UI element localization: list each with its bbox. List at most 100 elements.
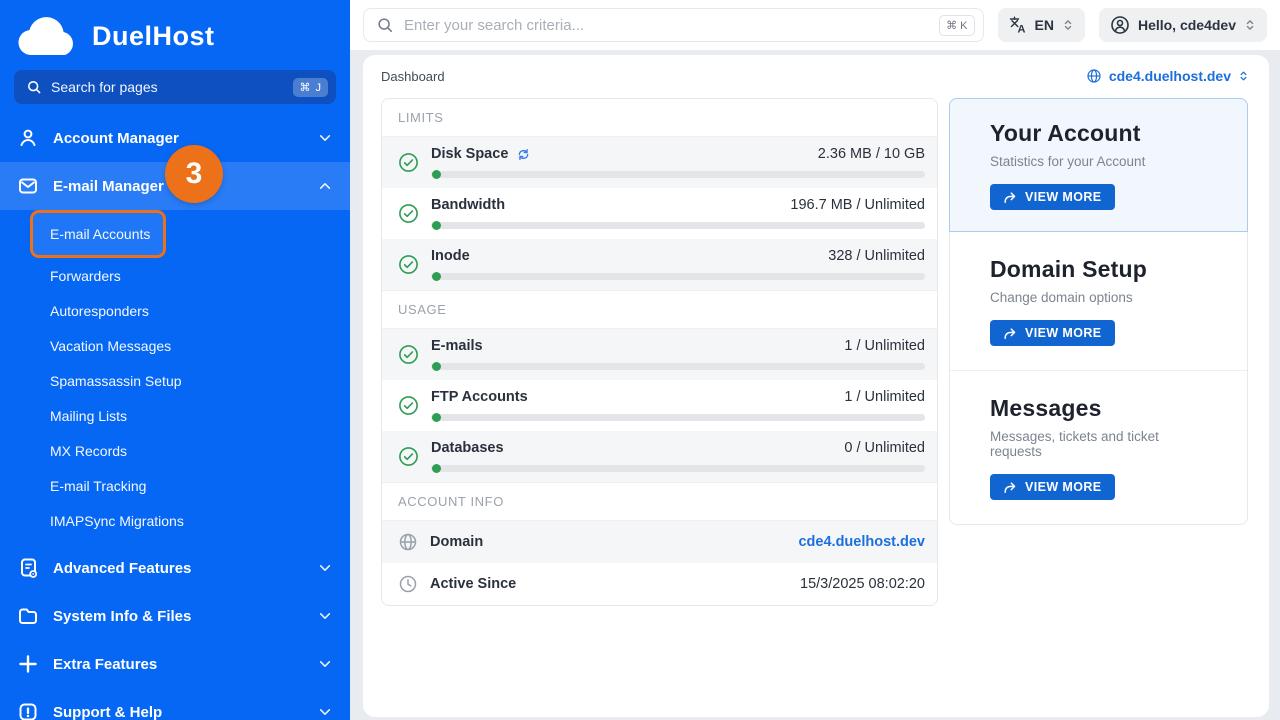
- folder-icon: [17, 605, 39, 627]
- info-value: 15/3/2025 08:02:20: [800, 576, 925, 592]
- sidebar-item-imapsync-migrations[interactable]: IMAPSync Migrations: [0, 503, 350, 538]
- stat-label: E-mails: [431, 338, 483, 354]
- card-title: Domain Setup: [990, 256, 1148, 282]
- translate-icon: A: [1009, 16, 1027, 34]
- domain-selector-label: cde4.duelhost.dev: [1108, 68, 1231, 84]
- view-more-label: VIEW MORE: [1025, 326, 1102, 340]
- progress-bar: [431, 272, 925, 281]
- sidebar-search-placeholder: Search for pages: [51, 79, 158, 95]
- stat-value: 328 / Unlimited: [828, 248, 925, 264]
- global-search[interactable]: ⌘ K: [363, 8, 984, 42]
- limits-header: LIMITS: [382, 99, 937, 137]
- stat-row-emails: E-mails 1 / Unlimited: [382, 329, 937, 380]
- clock-icon: [398, 574, 418, 594]
- stat-row-inode: Inode 328 / Unlimited: [382, 239, 937, 290]
- sidebar-item-spamassassin-setup[interactable]: Spamassassin Setup: [0, 363, 350, 398]
- email-submenu: E-mail Accounts Forwarders Autoresponder…: [0, 210, 350, 538]
- view-more-button[interactable]: VIEW MORE: [990, 184, 1115, 210]
- stat-row-ftp-accounts: FTP Accounts 1 / Unlimited: [382, 380, 937, 431]
- redirect-icon: [1003, 327, 1017, 340]
- view-more-label: VIEW MORE: [1025, 480, 1102, 494]
- stat-label: Disk Space: [431, 146, 509, 162]
- stat-value: 0 / Unlimited: [844, 440, 925, 456]
- view-more-button[interactable]: VIEW MORE: [990, 474, 1115, 500]
- chevron-down-icon: [317, 656, 333, 672]
- sidebar-search-shortcut: ⌘ J: [293, 77, 328, 97]
- language-label: EN: [1034, 17, 1054, 33]
- sidebar-item-label: Extra Features: [53, 655, 158, 673]
- usage-header: USAGE: [382, 290, 937, 329]
- sidebar-item-extra-features[interactable]: Extra Features: [0, 640, 350, 688]
- progress-bar: [431, 413, 925, 422]
- card-domain-setup: Domain Setup Change domain options VIEW …: [950, 232, 1247, 370]
- progress-bar: [431, 362, 925, 371]
- sidebar-item-vacation-messages[interactable]: Vacation Messages: [0, 328, 350, 363]
- logo[interactable]: DuelHost: [0, 0, 350, 62]
- chevron-down-icon: [317, 130, 333, 146]
- card-subtitle: Statistics for your Account: [990, 154, 1146, 169]
- user-circle-icon: [1110, 15, 1130, 35]
- sidebar-item-forwarders[interactable]: Forwarders: [0, 258, 350, 293]
- check-circle-icon: [398, 395, 419, 416]
- account-info-header: ACCOUNT INFO: [382, 482, 937, 521]
- progress-bar: [431, 170, 925, 179]
- domain-link[interactable]: cde4.duelhost.dev: [798, 534, 925, 550]
- sidebar-search[interactable]: Search for pages ⌘ J: [14, 70, 336, 104]
- card-subtitle: Messages, tickets and ticket requests: [990, 429, 1159, 459]
- card-your-account: Your Account Statistics for your Account…: [949, 98, 1248, 232]
- sidebar-item-email-tracking[interactable]: E-mail Tracking: [0, 468, 350, 503]
- sidebar-item-mx-records[interactable]: MX Records: [0, 433, 350, 468]
- sidebar-item-system-info-files[interactable]: System Info & Files: [0, 592, 350, 640]
- main-content: Dashboard cde4.duelhost.dev LIMITS Disk …: [363, 55, 1269, 717]
- stat-label: Inode: [431, 248, 470, 264]
- domain-selector[interactable]: cde4.duelhost.dev: [1086, 68, 1249, 84]
- view-more-button[interactable]: VIEW MORE: [990, 320, 1115, 346]
- sidebar-item-mailing-lists[interactable]: Mailing Lists: [0, 398, 350, 433]
- sidebar-item-support-help[interactable]: Support & Help: [0, 688, 350, 720]
- logo-text: DuelHost: [92, 20, 215, 51]
- check-circle-icon: [398, 152, 419, 173]
- progress-bar: [431, 221, 925, 230]
- chevron-down-icon: [317, 560, 333, 576]
- stat-row-disk-space: Disk Space 2.36 MB / 10 GB: [382, 137, 937, 188]
- chevron-down-icon: [317, 608, 333, 624]
- stat-value: 1 / Unlimited: [844, 389, 925, 405]
- user-greeting: Hello, cde4dev: [1137, 17, 1236, 33]
- stats-card: LIMITS Disk Space 2.36 MB / 10 GB Bandwi…: [381, 98, 938, 606]
- check-circle-icon: [398, 254, 419, 275]
- check-circle-icon: [398, 344, 419, 365]
- refresh-icon[interactable]: [516, 147, 531, 162]
- check-circle-icon: [398, 446, 419, 467]
- stat-value: 196.7 MB / Unlimited: [790, 197, 925, 213]
- sort-chevrons-icon: [1244, 18, 1256, 32]
- doc-gear-icon: [17, 557, 39, 579]
- search-icon: [376, 16, 394, 34]
- redirect-icon: [1003, 191, 1017, 204]
- language-selector[interactable]: A EN: [997, 8, 1085, 42]
- sidebar-item-label: Account Manager: [53, 129, 179, 147]
- sidebar-item-label: System Info & Files: [53, 607, 192, 625]
- search-icon: [26, 79, 42, 95]
- global-search-input[interactable]: [404, 16, 930, 34]
- globe-icon: [1086, 68, 1102, 84]
- sidebar-item-label: Advanced Features: [53, 559, 192, 577]
- plus-icon: [17, 653, 39, 675]
- globe-icon: [398, 532, 418, 552]
- chevron-down-icon: [317, 704, 333, 720]
- stat-label: FTP Accounts: [431, 389, 528, 405]
- user-icon: [17, 127, 39, 149]
- card-title: Messages: [990, 395, 1102, 421]
- sidebar-item-advanced-features[interactable]: Advanced Features: [0, 544, 350, 592]
- annotation-highlight-box[interactable]: E-mail Accounts: [30, 210, 166, 258]
- cloud-icon: [14, 15, 80, 57]
- info-row-active-since: Active Since 15/3/2025 08:02:20: [382, 563, 937, 605]
- stat-label: Databases: [431, 440, 504, 456]
- sidebar-item-autoresponders[interactable]: Autoresponders: [0, 293, 350, 328]
- svg-text:A: A: [1017, 24, 1025, 35]
- global-search-shortcut: ⌘ K: [939, 14, 975, 36]
- info-row-domain: Domain cde4.duelhost.dev: [382, 521, 937, 563]
- help-icon: [17, 701, 39, 720]
- chevron-up-icon: [317, 178, 333, 194]
- sidebar-item-email-accounts[interactable]: E-mail Accounts: [33, 226, 150, 242]
- user-menu[interactable]: Hello, cde4dev: [1098, 8, 1267, 42]
